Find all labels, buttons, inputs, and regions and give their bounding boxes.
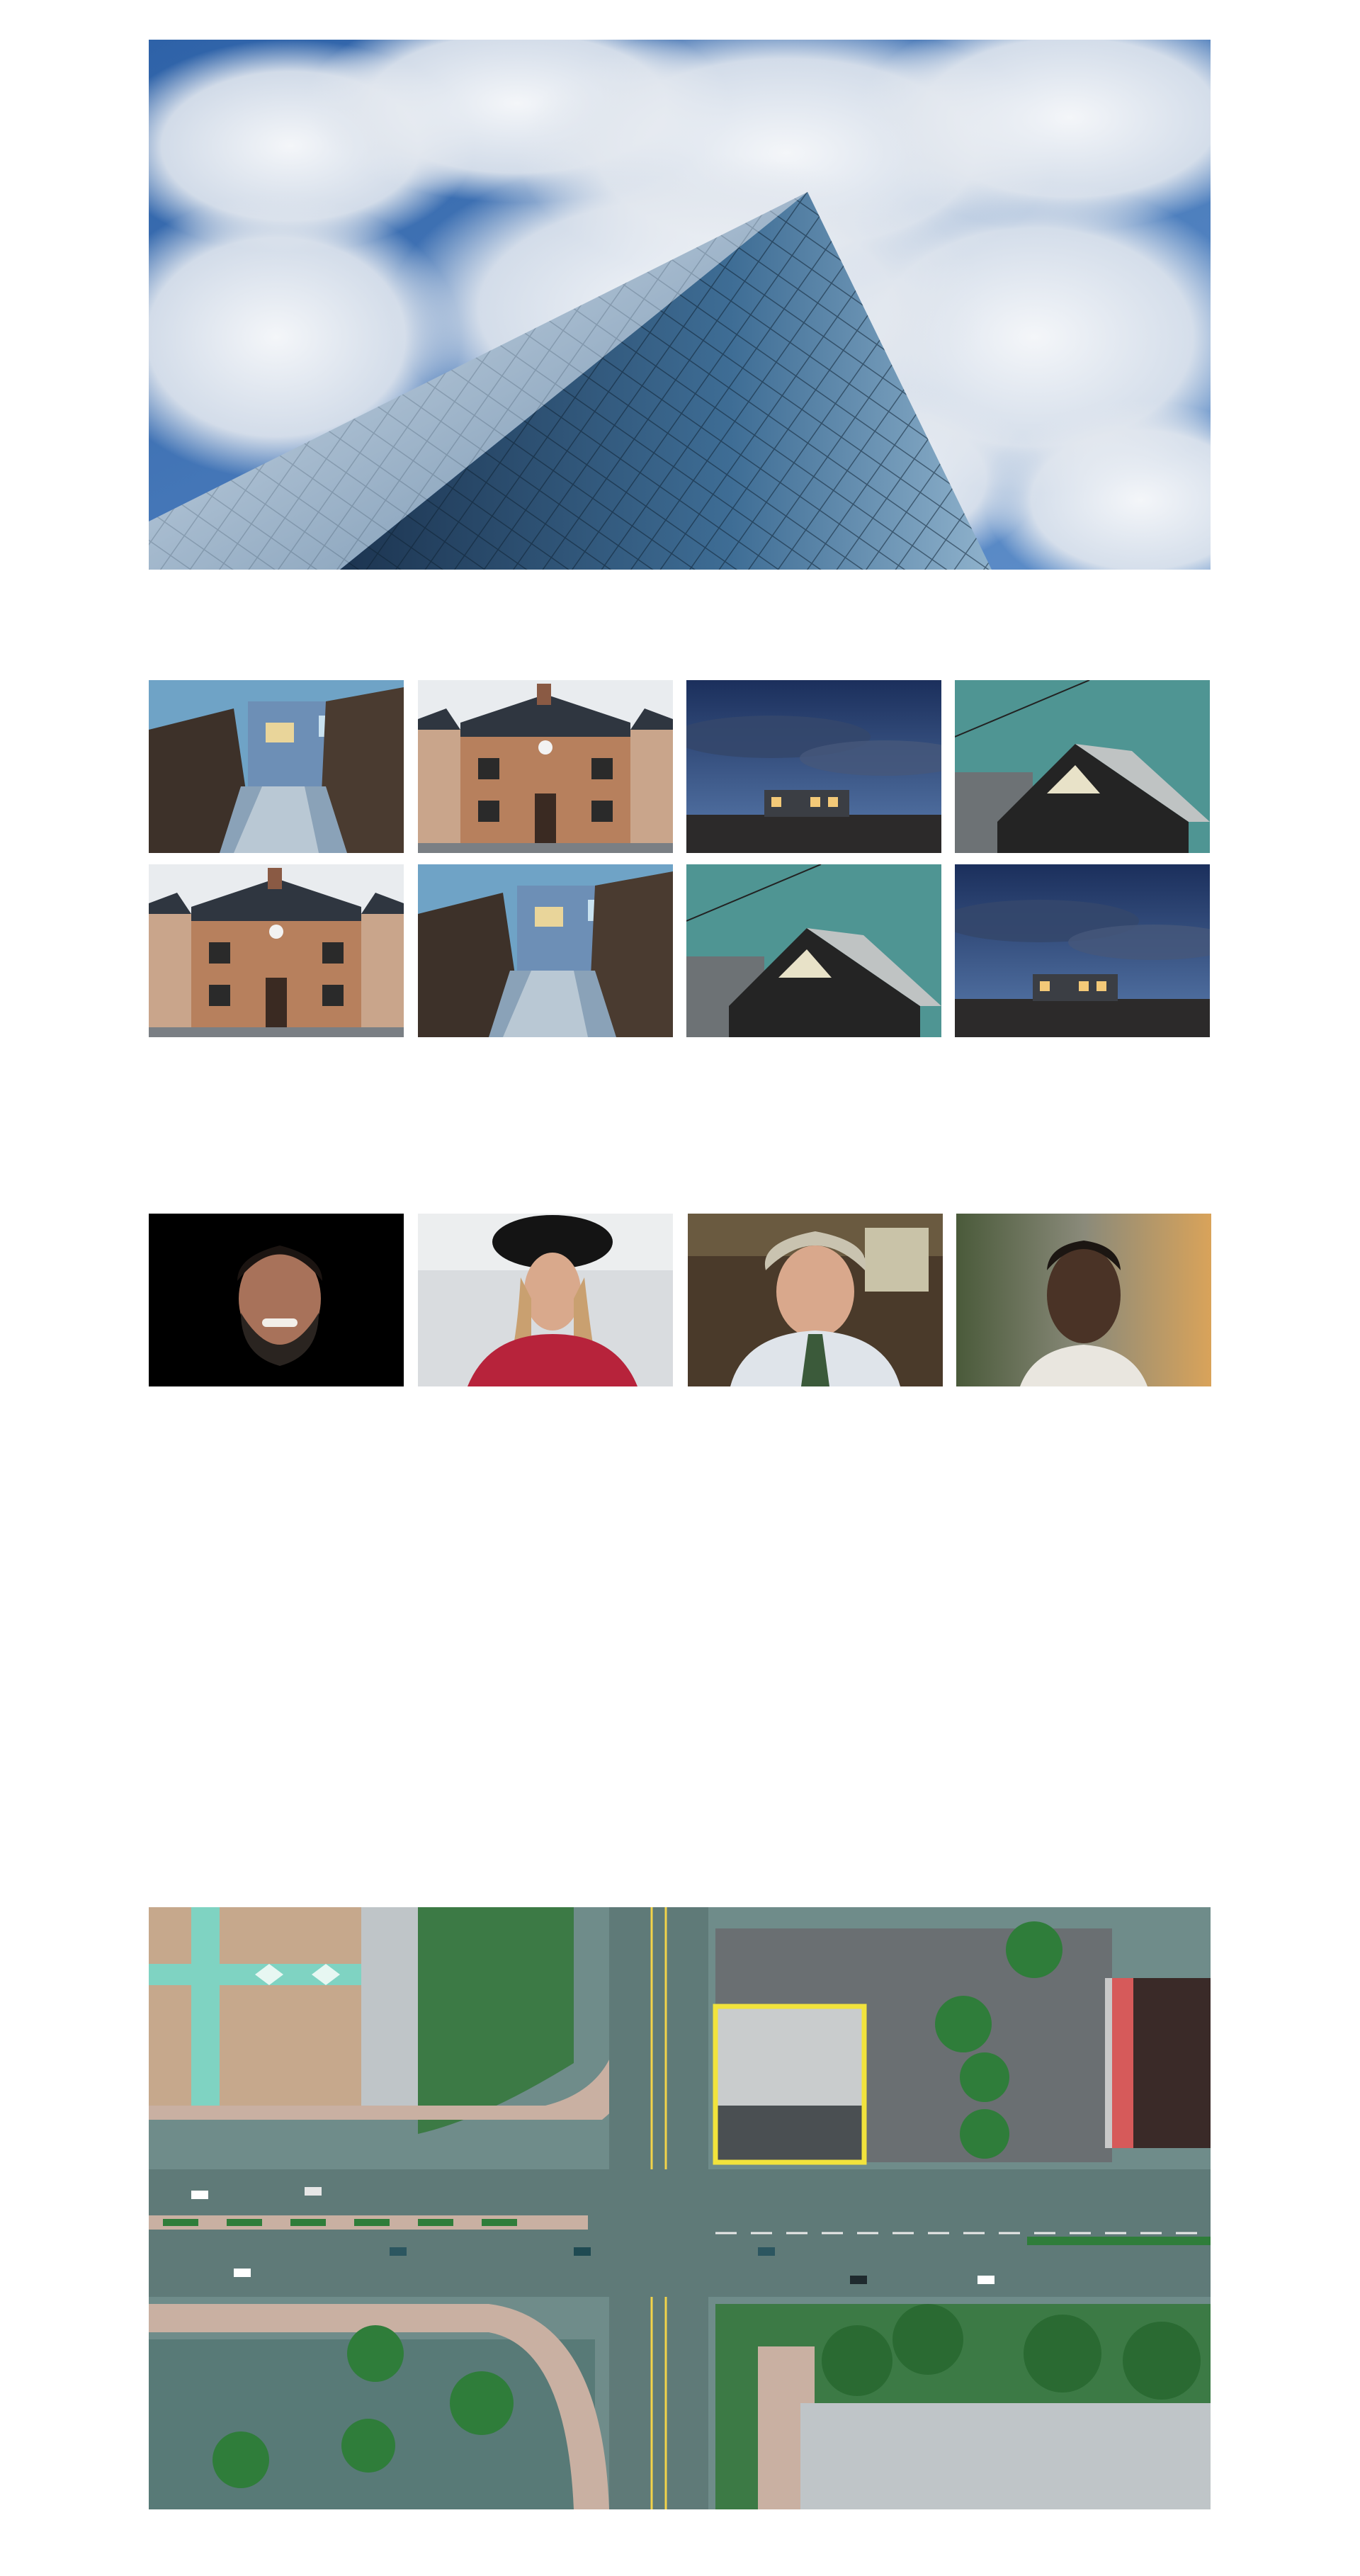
house-photo-5 bbox=[149, 864, 404, 1037]
aerial-city-intersection-image bbox=[149, 1907, 1211, 2509]
house-photo-3 bbox=[686, 680, 941, 853]
portrait-photo-2 bbox=[418, 1214, 673, 1386]
older-man-tie-image bbox=[688, 1214, 943, 1386]
blue-modern-house-image bbox=[149, 680, 404, 853]
house-photo-7 bbox=[686, 864, 941, 1037]
house-photo-8 bbox=[955, 864, 1210, 1037]
blue-modern-house-image bbox=[418, 864, 673, 1037]
house-photo-4 bbox=[955, 680, 1210, 853]
glass-pyramid-building-image bbox=[149, 40, 1211, 570]
hero-image-glass-building bbox=[149, 40, 1211, 570]
portrait-photo-1 bbox=[149, 1214, 404, 1386]
dark-barn-house-image bbox=[686, 864, 941, 1037]
night-house-image bbox=[686, 680, 941, 853]
brick-house-image bbox=[418, 680, 673, 853]
house-photo-2 bbox=[418, 680, 673, 853]
portrait-photo-3 bbox=[688, 1214, 943, 1386]
young-man-portrait-image bbox=[956, 1214, 1211, 1386]
house-photo-6 bbox=[418, 864, 673, 1037]
dark-barn-house-image bbox=[955, 680, 1210, 853]
house-photo-1 bbox=[149, 680, 404, 853]
portrait-photo-4 bbox=[956, 1214, 1211, 1386]
woman-in-hat-image bbox=[418, 1214, 673, 1386]
night-house-image bbox=[955, 864, 1210, 1037]
aerial-city-image bbox=[149, 1907, 1211, 2509]
brick-house-image bbox=[149, 864, 404, 1037]
smiling-bearded-man-image bbox=[149, 1214, 404, 1386]
